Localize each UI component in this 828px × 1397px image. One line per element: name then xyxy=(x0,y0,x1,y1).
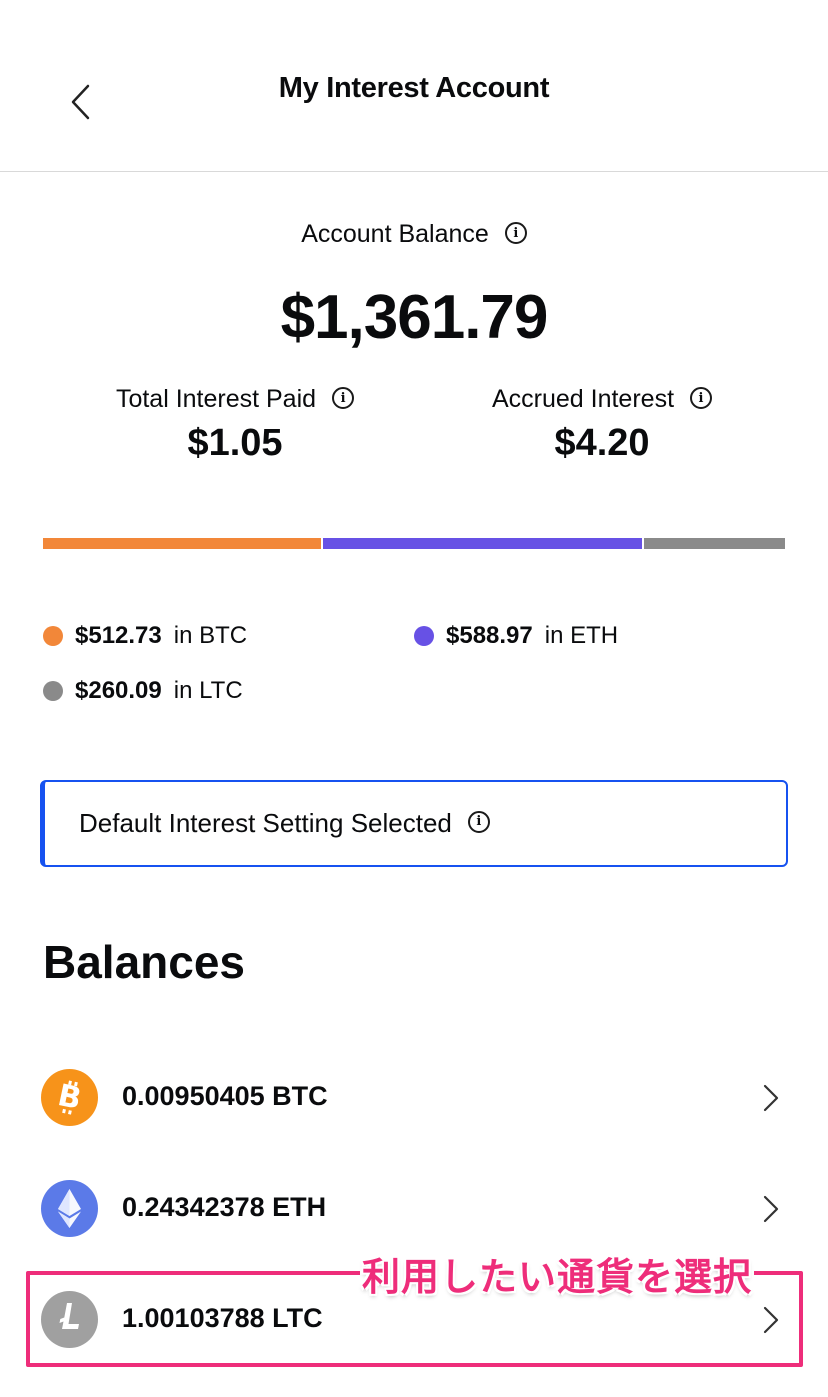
eth-dot xyxy=(414,626,434,646)
info-icon[interactable]: i xyxy=(504,222,527,245)
allocation-bar xyxy=(43,538,785,549)
balance-row-eth[interactable]: 0.24342378 ETH xyxy=(0,1164,828,1254)
balance-row-btc[interactable]: B 0.00950405 BTC xyxy=(0,1053,828,1143)
legend-item-ltc: $260.09 in LTC xyxy=(43,677,243,705)
total-interest-label: Total Interest Paid i xyxy=(90,385,380,414)
chevron-right-icon xyxy=(763,1195,779,1223)
accrued-interest-value: $4.20 xyxy=(554,422,650,464)
chevron-right-icon xyxy=(763,1084,779,1112)
btc-dot xyxy=(43,626,63,646)
info-icon[interactable]: i xyxy=(332,387,355,410)
balance-amount: 0.24342378 ETH xyxy=(122,1192,327,1222)
balances-heading: Balances xyxy=(43,936,246,988)
account-balance-label: Account Balance i xyxy=(0,220,828,249)
legend-item-btc: $512.73 in BTC xyxy=(43,622,247,650)
ethereum-icon xyxy=(41,1180,98,1237)
total-interest-value: $1.05 xyxy=(187,422,283,464)
legend-suffix: in LTC xyxy=(173,677,243,704)
balance-amount: 0.00950405 BTC xyxy=(122,1081,328,1111)
accrued-interest-label: Accrued Interest i xyxy=(462,385,742,414)
accrued-interest-label-text: Accrued Interest xyxy=(491,385,675,413)
legend-amount: $260.09 xyxy=(75,677,162,704)
legend-suffix: in BTC xyxy=(173,622,248,649)
legend-suffix: in ETH xyxy=(544,622,619,649)
info-icon[interactable]: i xyxy=(467,810,490,833)
default-interest-setting-label: Default Interest Setting Selected xyxy=(79,808,452,838)
account-balance-label-text: Account Balance xyxy=(301,220,489,248)
accrued-interest: Accrued Interest i $4.20 xyxy=(462,385,742,465)
annotation-label: 利用したい通貨を選択 xyxy=(360,1246,755,1301)
allocation-segment-btc xyxy=(43,538,321,549)
allocation-segment-ltc xyxy=(644,538,785,549)
legend-amount: $512.73 xyxy=(75,622,162,649)
legend-item-eth: $588.97 in ETH xyxy=(414,622,618,650)
header-bar: My Interest Account xyxy=(0,0,828,172)
total-interest-label-text: Total Interest Paid xyxy=(115,385,317,413)
allocation-segment-eth xyxy=(322,538,643,549)
page-title: My Interest Account xyxy=(278,72,550,104)
bitcoin-icon: B xyxy=(41,1069,98,1126)
info-icon[interactable]: i xyxy=(690,387,713,410)
total-interest-paid: Total Interest Paid i $1.05 xyxy=(90,385,380,465)
account-balance-value: $1,361.79 xyxy=(280,283,549,352)
legend-amount: $588.97 xyxy=(446,622,533,649)
ltc-dot xyxy=(43,681,63,701)
default-interest-setting[interactable]: Default Interest Setting Selected i xyxy=(40,780,788,867)
